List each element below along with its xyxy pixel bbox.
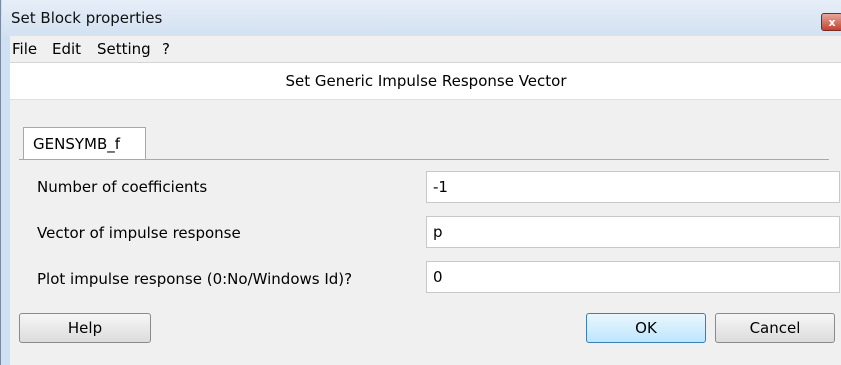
ok-button[interactable]: OK — [586, 313, 706, 343]
dialog-window: Set Block properties x File Edit Setting… — [0, 0, 841, 365]
help-button-label: Help — [67, 319, 103, 337]
tab-gensymb-f[interactable]: GENSYMB_f — [23, 127, 146, 160]
menu-bar: File Edit Setting ? — [10, 36, 841, 63]
cancel-button[interactable]: Cancel — [715, 313, 835, 343]
vector-of-impulse-response-input[interactable] — [426, 216, 840, 248]
number-of-coefficients-input[interactable] — [426, 171, 840, 203]
parameters-panel: Number of coefficients Vector of impulse… — [19, 159, 840, 300]
field-label-number-of-coefficients: Number of coefficients — [37, 178, 208, 196]
help-button[interactable]: Help — [19, 313, 151, 343]
cancel-button-label: Cancel — [749, 319, 801, 337]
menu-edit[interactable]: Edit — [52, 40, 81, 58]
tab-label: GENSYMB_f — [33, 135, 121, 153]
close-button[interactable]: x — [821, 13, 841, 31]
title-bar[interactable]: Set Block properties x — [2, 0, 841, 36]
plot-impulse-response-input[interactable] — [426, 261, 840, 293]
ok-button-label: OK — [635, 319, 657, 337]
menu-setting[interactable]: Setting — [97, 40, 151, 58]
window-title: Set Block properties — [11, 9, 163, 27]
heading-bar: Set Generic Impulse Response Vector — [10, 63, 841, 100]
menu-file[interactable]: File — [12, 40, 37, 58]
field-label-vector-of-impulse-response: Vector of impulse response — [37, 224, 241, 242]
field-label-plot-impulse-response: Plot impulse response (0:No/Windows Id)? — [37, 270, 353, 288]
close-icon: x — [828, 15, 836, 29]
dialog-heading: Set Generic Impulse Response Vector — [285, 72, 567, 90]
menu-help-question[interactable]: ? — [162, 40, 170, 58]
